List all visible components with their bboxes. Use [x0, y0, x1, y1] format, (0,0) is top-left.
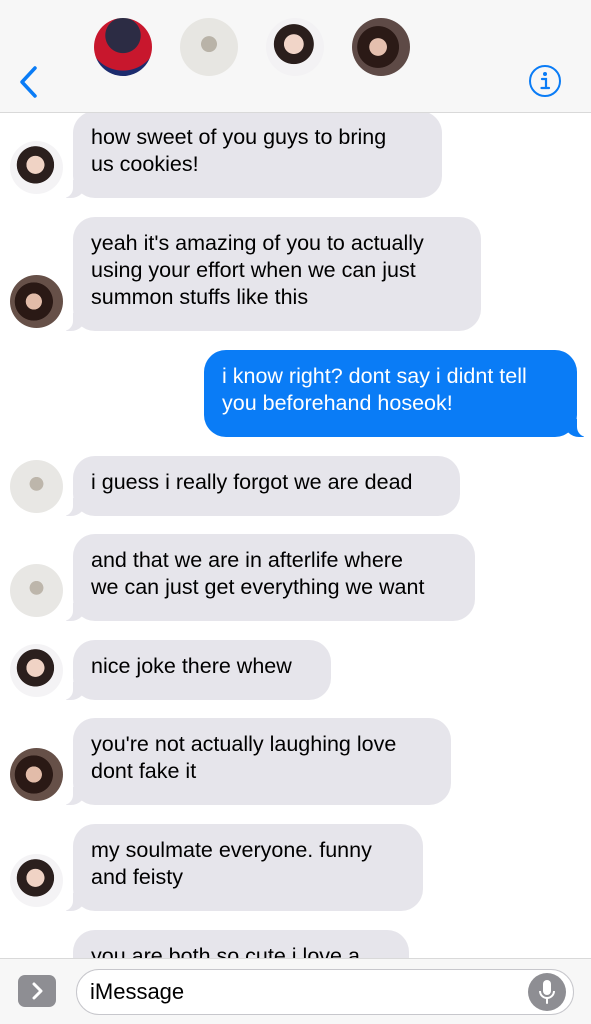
sender-avatar[interactable]	[10, 854, 63, 907]
message-bubble-incoming[interactable]: and that we are in afterlife where we ca…	[63, 534, 475, 621]
dictation-button[interactable]	[528, 973, 566, 1011]
chevron-left-icon	[20, 66, 37, 98]
participant-avatar-2[interactable]	[180, 18, 238, 76]
chevron-right-icon	[32, 982, 43, 1000]
message-bubble-incoming[interactable]: you are both so cute i love a	[73, 930, 409, 958]
info-circle-icon	[529, 65, 561, 97]
details-button[interactable]	[528, 64, 562, 98]
message-bubble-incoming[interactable]: i guess i really forgot we are dead	[63, 456, 460, 516]
message-bubble-incoming[interactable]: you're not actually laughing love dont f…	[63, 718, 451, 805]
message-bubble-outgoing[interactable]: i know right? dont say i didnt tell you …	[204, 350, 587, 437]
sender-avatar[interactable]	[10, 275, 63, 328]
sender-avatar[interactable]	[10, 564, 63, 617]
message-input[interactable]: iMessage	[76, 969, 574, 1015]
conversation-header	[0, 0, 591, 113]
participant-avatar-1[interactable]	[94, 18, 152, 76]
sender-avatar[interactable]	[10, 644, 63, 697]
participant-avatar-3[interactable]	[266, 18, 324, 76]
apps-toggle-button[interactable]	[18, 975, 56, 1007]
participant-avatar-4[interactable]	[352, 18, 410, 76]
composer-bar: iMessage	[0, 958, 591, 1024]
sender-avatar[interactable]	[10, 460, 63, 513]
message-bubble-incoming[interactable]: how sweet of you guys to bring us cookie…	[63, 113, 442, 198]
microphone-icon	[539, 980, 555, 1004]
message-list[interactable]: how sweet of you guys to bring us cookie…	[0, 113, 591, 958]
message-bubble-incoming[interactable]: nice joke there whew	[63, 640, 331, 700]
back-button[interactable]	[10, 62, 46, 102]
message-input-placeholder: iMessage	[90, 979, 185, 1004]
message-bubble-incoming[interactable]: my soulmate everyone. funny and feisty	[63, 824, 423, 911]
sender-avatar[interactable]	[10, 748, 63, 801]
sender-avatar[interactable]	[10, 141, 63, 194]
message-bubble-incoming[interactable]: yeah it's amazing of you to actually usi…	[63, 217, 481, 331]
